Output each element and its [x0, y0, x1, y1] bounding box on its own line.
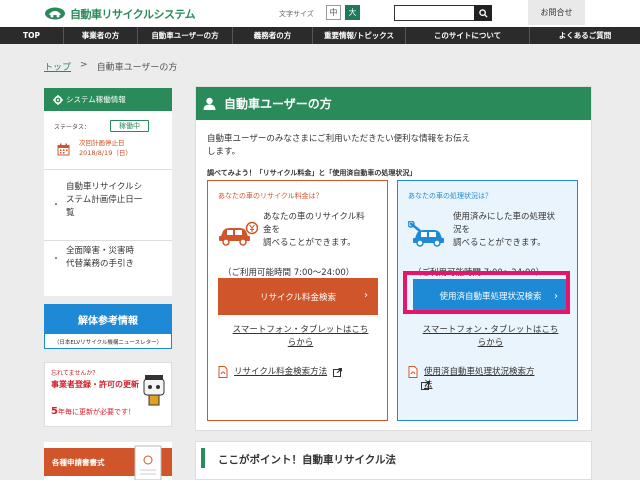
- recycle-fee-search-label: リサイクル料金検索: [259, 292, 337, 303]
- nav-item-faq[interactable]: よくあるご質問: [529, 27, 640, 44]
- search-icon: [478, 8, 488, 18]
- external-link-icon: [420, 381, 430, 390]
- recycle-fee-card: あなたの車のリサイクル料金は？ あなたの車のリサイクル料 金を 調べることができ…: [207, 180, 388, 421]
- sidebar-link-disaster-guide[interactable]: ・ 全面障害・災害時 代替業務の手引き: [44, 240, 172, 290]
- application-forms-banner[interactable]: 各種申請書書式: [44, 442, 172, 480]
- nav-item-top[interactable]: TOP: [0, 27, 63, 44]
- main-nav: TOP 事業者の方 自動車ユーザーの方 義務者の方 重要情報/トピックス このサ…: [0, 27, 640, 44]
- recycle-fee-guide-link[interactable]: リサイクル料金検索方法: [218, 366, 383, 379]
- next-stop-date: 2018/8/19（日）: [79, 149, 132, 157]
- recycle-fee-question: あなたの車のリサイクル料金は？: [218, 192, 323, 200]
- main-header: 自動車ユーザーの方: [196, 87, 591, 120]
- sidebar-link-label: 自動車リサイクルシ ステム計画停止日一 覧: [66, 182, 143, 218]
- breadcrumb-home-link[interactable]: トップ: [44, 60, 71, 73]
- check-heading: 調べてみよう！「リサイクル料金」と「使用済自動車の処理状況」: [207, 169, 417, 177]
- recycle-fee-guide-label: リサイクル料金検索方法: [234, 367, 328, 377]
- pdf-icon: [408, 366, 418, 378]
- document-icon: [134, 445, 162, 480]
- user-icon: [203, 97, 216, 110]
- reference-title: 解体参考情報: [45, 305, 171, 334]
- reminder-headline: 事業者登録・許可の更新: [51, 380, 139, 389]
- site-logo[interactable]: 自動車リサイクルシステム: [44, 6, 196, 21]
- car-yen-icon: [219, 221, 258, 246]
- processing-status-description: 使用済みにした車の処理状 況を 調べることができます。: [453, 212, 556, 248]
- list-bullet: ・: [52, 254, 60, 263]
- breadcrumb-separator: >: [80, 60, 88, 70]
- point-title: ここがポイント！自動車リサイクル法: [218, 454, 396, 466]
- gear-icon: [53, 94, 63, 105]
- recycle-fee-smartphone-link[interactable]: スマートフォン・タブレットはこち らから: [223, 324, 378, 350]
- nav-item-topics[interactable]: 重要情報/トピックス: [312, 27, 405, 44]
- car-wrench-icon: [408, 221, 444, 247]
- logo-text: 自動車リサイクルシステム: [70, 7, 196, 21]
- registration-renewal-banner[interactable]: 忘れてませんか？ 事業者登録・許可の更新 5年毎に更新が必要です！: [44, 362, 172, 427]
- system-status-panel: システム稼働情報 ステータス： 稼働中 次回計画停止日 2018/8/19（日）: [44, 88, 172, 169]
- breadcrumb: トップ > 自動車ユーザーの方: [44, 60, 177, 73]
- site-search: [394, 5, 492, 21]
- nav-item-about[interactable]: このサイトについて: [405, 27, 529, 44]
- intro-text: 自動車ユーザーのみなさまにご利用いただきたい便利な情報をお伝え します。: [207, 134, 471, 157]
- recycle-fee-hours: （ご利用可能時間 7:00〜24:00）: [223, 268, 355, 278]
- recycle-fee-description: あなたの車のリサイクル料 金を 調べることができます。: [263, 212, 365, 248]
- font-size-medium-button[interactable]: 中: [326, 5, 341, 20]
- font-size-large-button[interactable]: 大: [345, 5, 360, 20]
- main-content-panel: 自動車ユーザーの方 自動車ユーザーのみなさまにご利用いただきたい便利な情報をお伝…: [195, 86, 592, 431]
- mascot-illustration-icon: [143, 375, 165, 406]
- pdf-icon: [218, 366, 228, 378]
- search-button[interactable]: [474, 5, 492, 21]
- list-bullet: ・: [52, 200, 60, 209]
- system-status-title: システム稼働情報: [66, 95, 126, 104]
- sidebar-link-label: 全面障害・災害時 代替業務の手引き: [66, 246, 135, 269]
- search-input[interactable]: [394, 5, 474, 21]
- sidebar-link-maintenance-schedule[interactable]: ・ 自動車リサイクルシ ステム計画停止日一 覧: [44, 181, 172, 236]
- inquiry-button[interactable]: お問合せ: [528, 0, 585, 25]
- nav-item-obligor[interactable]: 義務者の方: [232, 27, 312, 44]
- processing-status-smartphone-link[interactable]: スマートフォン・タブレットはこち らから: [413, 324, 568, 350]
- status-row: ステータス： 稼働中: [54, 120, 164, 132]
- external-link-icon: [333, 368, 343, 377]
- reference-subtitle: （日本ELVリサイクル機構ニュースレター）: [53, 340, 163, 346]
- nav-item-business[interactable]: 事業者の方: [63, 27, 137, 44]
- calendar-icon: [57, 143, 70, 156]
- chevron-right-icon: ›: [364, 290, 368, 301]
- highlight-box: [403, 271, 570, 314]
- reminder-note: 5年毎に更新が必要です！: [51, 406, 135, 417]
- processing-status-guide-label: 使用済自動車処理状況検索方 法: [424, 367, 535, 390]
- reminder-question: 忘れてませんか？: [51, 370, 99, 377]
- processing-status-question: あなたの車の処理状況は？: [408, 192, 492, 200]
- nav-item-car-user[interactable]: 自動車ユーザーの方: [137, 27, 232, 44]
- logo-car-icon: [45, 7, 65, 20]
- next-stop-label: 次回計画停止日: [79, 139, 125, 147]
- system-status-header: システム稼働情報: [44, 88, 172, 111]
- point-accent-bar: [201, 448, 205, 468]
- status-label: ステータス：: [54, 123, 91, 131]
- dismantling-reference-banner[interactable]: 解体参考情報 （日本ELVリサイクル機構ニュースレター）: [44, 304, 172, 349]
- site-header: 自動車リサイクルシステム 文字サイズ 中 大 お問合せ: [0, 0, 640, 27]
- status-badge: 稼働中: [110, 120, 150, 132]
- recycle-fee-search-button[interactable]: リサイクル料金検索 ›: [218, 278, 378, 315]
- next-stop-info: 次回計画停止日 2018/8/19（日）: [79, 138, 132, 158]
- breadcrumb-current: 自動車ユーザーの方: [96, 63, 178, 73]
- font-size-label: 文字サイズ: [279, 10, 314, 18]
- page-title: 自動車ユーザーの方: [224, 97, 332, 111]
- point-section: ここがポイント！自動車リサイクル法: [195, 441, 592, 480]
- processing-status-guide-link[interactable]: 使用済自動車処理状況検索方 法: [408, 366, 573, 392]
- sidebar-links: ・ 自動車リサイクルシ ステム計画停止日一 覧 ・ 全面障害・災害時 代替業務の…: [44, 169, 172, 296]
